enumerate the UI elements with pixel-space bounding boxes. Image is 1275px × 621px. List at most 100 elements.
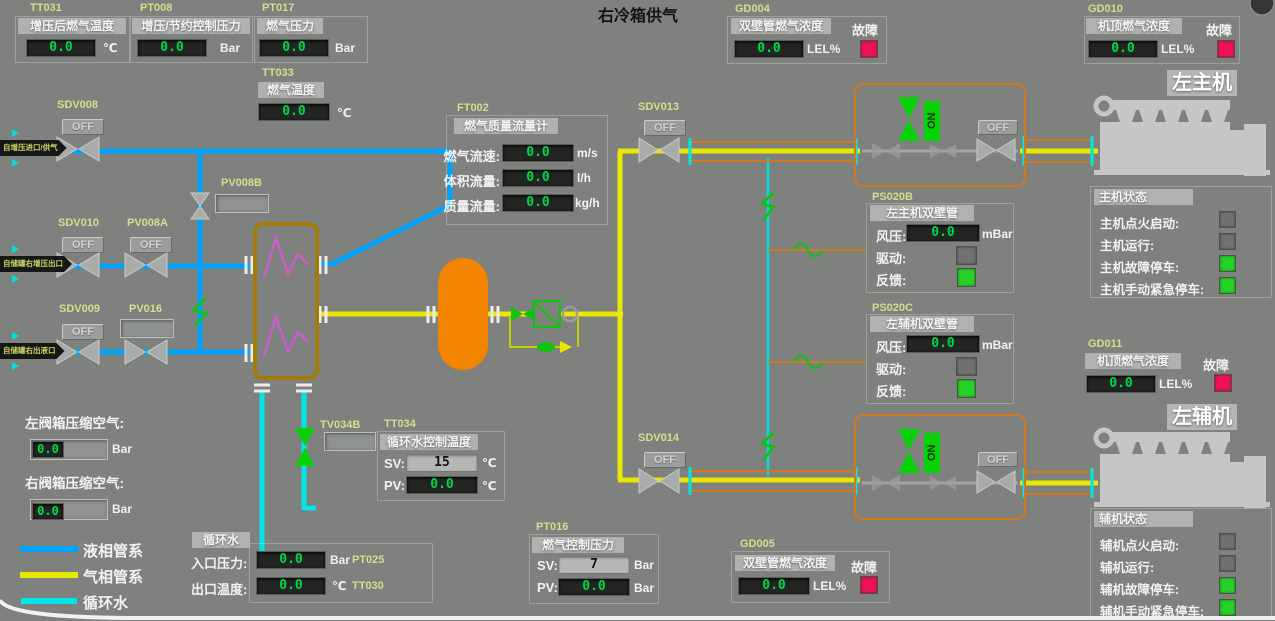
pt016-name: 燃气控制压力 bbox=[532, 537, 624, 553]
tt033-unit: ℃ bbox=[337, 106, 352, 120]
left-valve-box-air-unit: Bar bbox=[112, 442, 132, 456]
tt031-name: 增压后燃气温度 bbox=[18, 18, 126, 34]
aux-ignition-indicator bbox=[1219, 533, 1236, 550]
ps020b-tag: PS020B bbox=[872, 191, 913, 203]
tt030-tag: TT030 bbox=[352, 580, 384, 592]
pv008b-valve[interactable] bbox=[188, 191, 212, 221]
pt008-name: 增压/节约控制压力 bbox=[132, 18, 250, 34]
ps020c-name: 左辅机双壁管 bbox=[870, 316, 974, 332]
gd005-tag: GD005 bbox=[740, 538, 775, 550]
gd010-tag: GD010 bbox=[1088, 3, 1123, 15]
tt031-value: 0.0 bbox=[26, 39, 96, 57]
right-valve-box-air-value: 0.0 bbox=[32, 503, 64, 520]
inlet-arrow-icon bbox=[12, 275, 19, 283]
ps020b-unit: mBar bbox=[982, 227, 1013, 241]
ps020b-drive-label: 驱动: bbox=[876, 248, 906, 267]
gd005-fault-label: 故障 bbox=[851, 557, 877, 576]
aux-status-row-label: 辅机点火启动: bbox=[1100, 535, 1179, 554]
sdv013-tag: SDV013 bbox=[638, 101, 679, 113]
inlet-arrow-icon bbox=[12, 245, 19, 253]
pt017-value: 0.0 bbox=[259, 39, 329, 57]
train-bottom-green-valve-state: ON bbox=[924, 433, 940, 473]
pv008a-valve[interactable] bbox=[123, 249, 169, 281]
water-pipes bbox=[262, 390, 316, 556]
ps020c-drive-indicator bbox=[956, 357, 977, 376]
ft002-tag: FT002 bbox=[457, 102, 489, 114]
ps020b-name: 左主机双壁管 bbox=[870, 205, 974, 221]
gd011-unit: LEL% bbox=[1159, 377, 1192, 391]
pv008b-tag: PV008B bbox=[221, 177, 262, 189]
tt034-sv-unit: ℃ bbox=[482, 456, 497, 470]
sdv014-valve[interactable] bbox=[637, 466, 681, 496]
gd011-tag: GD011 bbox=[1088, 338, 1122, 350]
pt017-name: 燃气压力 bbox=[257, 18, 323, 34]
ps020c-pressure-value: 0.0 bbox=[906, 335, 980, 353]
ft002-row-label: 质量流量: bbox=[436, 196, 500, 215]
sdv013-valve[interactable] bbox=[637, 135, 681, 165]
bypass-arrow bbox=[560, 341, 572, 353]
right-valve-box-air-label: 右阀箱压缩空气: bbox=[25, 472, 124, 492]
sdv010-tag: SDV010 bbox=[58, 217, 99, 229]
inlet-tag-pressurize-outlet: 自储罐右增压出口 bbox=[0, 256, 72, 272]
tt034-pv-value: 0.0 bbox=[406, 476, 478, 494]
pt016-tag: PT016 bbox=[536, 521, 568, 533]
inlet-arrow-icon bbox=[12, 332, 19, 340]
train-top-off-button[interactable]: OFF bbox=[978, 120, 1018, 135]
train-bottom-gray-valve[interactable] bbox=[975, 468, 1017, 496]
ft002-row-label: 燃气流速: bbox=[436, 146, 500, 165]
train-bottom-green-valve[interactable] bbox=[895, 427, 923, 475]
gd004-fault-label: 故障 bbox=[852, 20, 878, 39]
main-ignition-indicator bbox=[1219, 211, 1236, 228]
tv034b-setpoint-box[interactable] bbox=[324, 432, 376, 451]
pt016-pv-label: PV: bbox=[537, 580, 558, 595]
ps020c-tag: PS020C bbox=[872, 302, 913, 314]
inlet-tag-supply: 自增压进口/供气 bbox=[0, 140, 67, 156]
bypass-valve-oval bbox=[537, 342, 555, 352]
gd004-fault-indicator bbox=[860, 40, 878, 58]
tv034b-valve[interactable] bbox=[292, 426, 318, 468]
sdv014-tag: SDV014 bbox=[638, 432, 679, 444]
ps020c-drive-label: 驱动: bbox=[876, 359, 906, 378]
pt016-sv-label: SV: bbox=[537, 558, 558, 573]
ft002-row-unit: kg/h bbox=[575, 196, 600, 210]
main-engine bbox=[1092, 92, 1272, 180]
gd011-name: 机顶燃气浓度 bbox=[1085, 353, 1181, 369]
sdv013-state-button[interactable]: OFF bbox=[644, 120, 686, 136]
train-top-green-valve-state: ON bbox=[924, 101, 940, 141]
aux-estop-indicator bbox=[1219, 599, 1236, 616]
gd010-fault-indicator bbox=[1217, 40, 1235, 58]
legend-gas-label: 气相管系 bbox=[83, 566, 143, 587]
ft002-row-value: 0.0 bbox=[502, 144, 574, 162]
pv008a-tag: PV008A bbox=[127, 217, 168, 229]
aux-status-row-label: 辅机手动紧急停车: bbox=[1100, 601, 1204, 620]
cooling-water-header: 循环水 bbox=[192, 532, 250, 548]
ft002-row-value: 0.0 bbox=[502, 169, 574, 187]
pv016-valve[interactable] bbox=[123, 336, 169, 368]
legend-liquid-label: 液相管系 bbox=[83, 540, 143, 561]
ps020b-pressure-label: 风压: bbox=[876, 226, 906, 245]
vaporizer-curves bbox=[258, 228, 314, 374]
pt008-unit: Bar bbox=[220, 41, 240, 55]
gd004-name: 双壁管燃气浓度 bbox=[731, 18, 831, 34]
gd011-fault-label: 故障 bbox=[1203, 355, 1229, 374]
main-status-row-label: 主机运行: bbox=[1100, 235, 1154, 254]
aux-status-title: 辅机状态 bbox=[1094, 511, 1193, 527]
aux-status-row-label: 辅机故障停车: bbox=[1100, 579, 1179, 598]
train-top-gray-valve[interactable] bbox=[975, 136, 1017, 164]
pt008-tag: PT008 bbox=[140, 2, 172, 14]
gd011-value: 0.0 bbox=[1086, 375, 1156, 393]
main-status-title: 主机状态 bbox=[1094, 189, 1193, 205]
tt034-sv-input[interactable]: 15 bbox=[406, 454, 478, 472]
main-running-indicator bbox=[1219, 233, 1236, 250]
train-top-green-valve[interactable] bbox=[895, 95, 923, 143]
pt016-sv-input[interactable]: 7 bbox=[558, 556, 630, 574]
inlet-arrow-icon bbox=[12, 129, 19, 137]
legend-water-label: 循环水 bbox=[83, 592, 128, 613]
ps020b-feedback-indicator bbox=[957, 268, 976, 287]
aux-running-indicator bbox=[1219, 555, 1236, 572]
train-bottom-off-button[interactable]: OFF bbox=[978, 452, 1018, 467]
ps020b-pressure-value: 0.0 bbox=[906, 224, 980, 242]
pv008b-setpoint-box[interactable] bbox=[215, 194, 269, 213]
tt033-name: 燃气温度 bbox=[258, 82, 324, 98]
left-valve-box-air-label: 左阀箱压缩空气: bbox=[25, 412, 124, 432]
